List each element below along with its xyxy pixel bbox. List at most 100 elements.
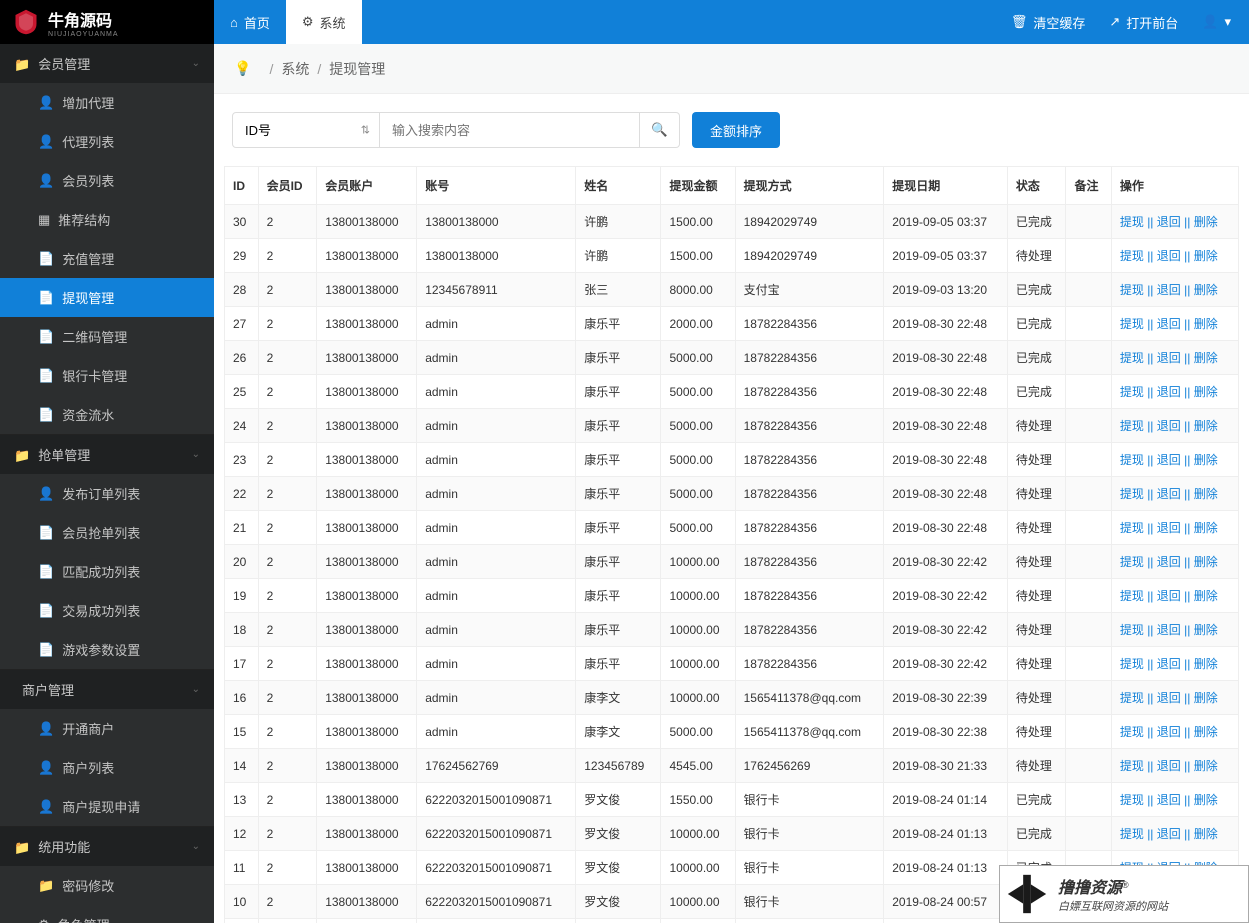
menu-item[interactable]: 📄匹配成功列表: [0, 552, 214, 591]
action-cash[interactable]: 提现: [1120, 793, 1144, 807]
menu-item[interactable]: 👤商户提现申请: [0, 787, 214, 826]
action-cash[interactable]: 提现: [1120, 759, 1144, 773]
action-cash[interactable]: 提现: [1120, 827, 1144, 841]
cell-status: 待处理: [1007, 477, 1066, 511]
clear-cache-button[interactable]: 🗑 清空缓存: [999, 0, 1098, 44]
cell-status: 已完成: [1007, 205, 1066, 239]
menu-item[interactable]: 👤商户列表: [0, 748, 214, 787]
action-delete[interactable]: 删除: [1194, 351, 1218, 365]
action-cash[interactable]: 提现: [1120, 419, 1144, 433]
menu-group-header[interactable]: 📁会员管理⌄: [0, 44, 214, 83]
menu-item[interactable]: 📄游戏参数设置: [0, 630, 214, 669]
menu-item[interactable]: 👤会员列表: [0, 161, 214, 200]
action-delete[interactable]: 删除: [1194, 249, 1218, 263]
menu-item[interactable]: 📁密码修改: [0, 866, 214, 905]
action-cash[interactable]: 提现: [1120, 725, 1144, 739]
action-delete[interactable]: 删除: [1194, 215, 1218, 229]
action-delete[interactable]: 删除: [1194, 317, 1218, 331]
action-back[interactable]: 退回: [1157, 317, 1181, 331]
action-back[interactable]: 退回: [1157, 385, 1181, 399]
search-button[interactable]: 🔍: [640, 112, 680, 148]
action-delete[interactable]: 删除: [1194, 453, 1218, 467]
menu-item[interactable]: ▦推荐结构: [0, 200, 214, 239]
action-back[interactable]: 退回: [1157, 623, 1181, 637]
action-back[interactable]: 退回: [1157, 691, 1181, 705]
action-delete[interactable]: 删除: [1194, 725, 1218, 739]
action-cash[interactable]: 提现: [1120, 657, 1144, 671]
cell-no: admin: [417, 477, 576, 511]
action-back[interactable]: 退回: [1157, 351, 1181, 365]
action-back[interactable]: 退回: [1157, 657, 1181, 671]
cell-name: 康李文: [576, 681, 661, 715]
search-field-select[interactable]: ID号: [232, 112, 380, 148]
menu-item[interactable]: 📄提现管理: [0, 278, 214, 317]
action-back[interactable]: 退回: [1157, 419, 1181, 433]
nav-home[interactable]: ⌂ 首页: [214, 0, 286, 44]
menu-item[interactable]: 📄银行卡管理: [0, 356, 214, 395]
cell-member_id: 2: [258, 647, 317, 681]
action-back[interactable]: 退回: [1157, 215, 1181, 229]
menu-item[interactable]: 📄交易成功列表: [0, 591, 214, 630]
action-cash[interactable]: 提现: [1120, 283, 1144, 297]
menu-item[interactable]: 📄充值管理: [0, 239, 214, 278]
action-delete[interactable]: 删除: [1194, 283, 1218, 297]
menu-item[interactable]: 👤开通商户: [0, 709, 214, 748]
action-cash[interactable]: 提现: [1120, 487, 1144, 501]
menu-item[interactable]: 📄资金流水: [0, 395, 214, 434]
open-front-button[interactable]: ↗ 打开前台: [1097, 0, 1190, 44]
action-cash[interactable]: 提现: [1120, 351, 1144, 365]
action-back[interactable]: 退回: [1157, 725, 1181, 739]
menu-item[interactable]: 👤增加代理: [0, 83, 214, 122]
menu-item[interactable]: 📄二维码管理: [0, 317, 214, 356]
action-delete[interactable]: 删除: [1194, 521, 1218, 535]
action-back[interactable]: 退回: [1157, 793, 1181, 807]
action-delete[interactable]: 删除: [1194, 657, 1218, 671]
action-delete[interactable]: 删除: [1194, 793, 1218, 807]
action-back[interactable]: 退回: [1157, 589, 1181, 603]
sort-amount-button[interactable]: 金额排序: [692, 112, 780, 148]
action-back[interactable]: 退回: [1157, 249, 1181, 263]
menu-item[interactable]: 👤发布订单列表: [0, 474, 214, 513]
action-back[interactable]: 退回: [1157, 555, 1181, 569]
menu-group-header[interactable]: 商户管理⌄: [0, 670, 214, 709]
action-cash[interactable]: 提现: [1120, 623, 1144, 637]
action-cash[interactable]: 提现: [1120, 453, 1144, 467]
action-cash[interactable]: 提现: [1120, 385, 1144, 399]
action-delete[interactable]: 删除: [1194, 589, 1218, 603]
action-delete[interactable]: 删除: [1194, 691, 1218, 705]
action-cash[interactable]: 提现: [1120, 691, 1144, 705]
menu-group-header[interactable]: 📁抢单管理⌄: [0, 435, 214, 474]
cell-id: 27: [225, 307, 259, 341]
user-menu[interactable]: 👤 ▾: [1190, 0, 1249, 44]
action-delete[interactable]: 删除: [1194, 827, 1218, 841]
action-cash[interactable]: 提现: [1120, 555, 1144, 569]
action-cash[interactable]: 提现: [1120, 317, 1144, 331]
action-back[interactable]: 退回: [1157, 453, 1181, 467]
action-delete[interactable]: 删除: [1194, 419, 1218, 433]
menu-item-label: 发布订单列表: [62, 484, 140, 503]
action-delete[interactable]: 删除: [1194, 487, 1218, 501]
search-input[interactable]: [380, 112, 640, 148]
menu-item[interactable]: ⚙角色管理: [0, 905, 214, 923]
action-delete[interactable]: 删除: [1194, 555, 1218, 569]
action-back[interactable]: 退回: [1157, 827, 1181, 841]
action-cash[interactable]: 提现: [1120, 215, 1144, 229]
action-delete[interactable]: 删除: [1194, 623, 1218, 637]
action-back[interactable]: 退回: [1157, 759, 1181, 773]
action-delete[interactable]: 删除: [1194, 385, 1218, 399]
menu-group-header[interactable]: 📁统用功能⌄: [0, 827, 214, 866]
menu-item-icon: 👤: [38, 799, 54, 815]
logo[interactable]: 牛角源码 NIUJIAOYUANMA: [0, 0, 214, 44]
action-cash[interactable]: 提现: [1120, 521, 1144, 535]
crumb-system[interactable]: 系统: [281, 59, 309, 79]
action-delete[interactable]: 删除: [1194, 759, 1218, 773]
menu-item-icon: ▦: [38, 212, 50, 228]
action-back[interactable]: 退回: [1157, 487, 1181, 501]
menu-item[interactable]: 👤代理列表: [0, 122, 214, 161]
action-cash[interactable]: 提现: [1120, 589, 1144, 603]
nav-system[interactable]: ⚙ 系统: [286, 0, 362, 44]
action-back[interactable]: 退回: [1157, 521, 1181, 535]
action-back[interactable]: 退回: [1157, 283, 1181, 297]
action-cash[interactable]: 提现: [1120, 249, 1144, 263]
menu-item[interactable]: 📄会员抢单列表: [0, 513, 214, 552]
